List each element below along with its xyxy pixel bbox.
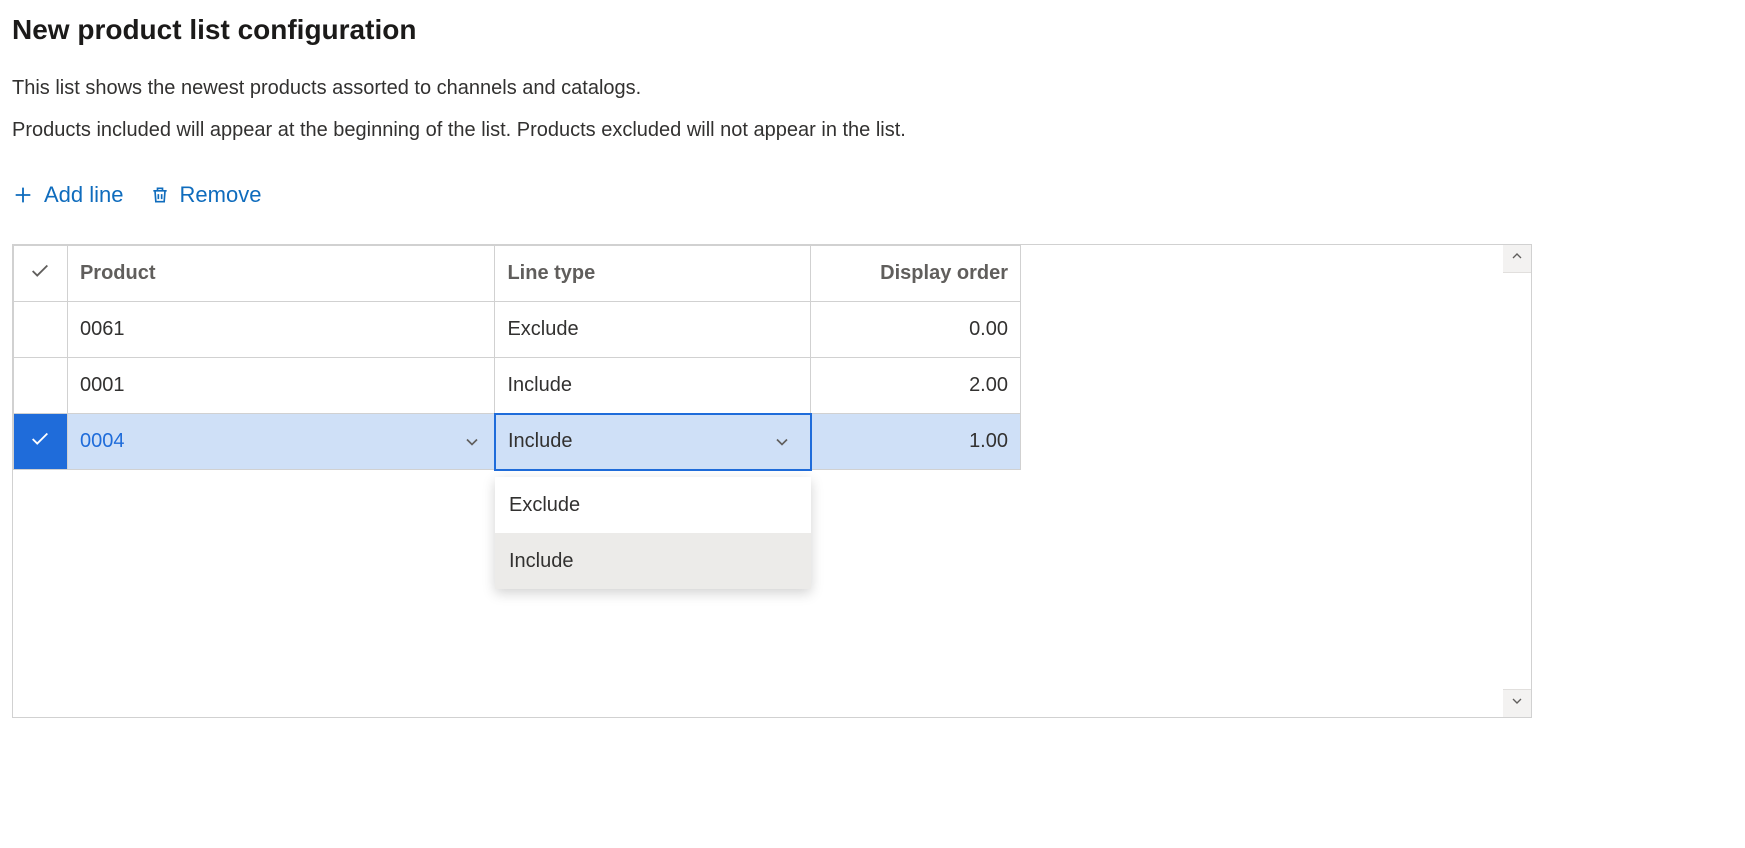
page-title: New product list configuration (12, 14, 1733, 46)
line-type-cell[interactable]: Include (495, 358, 811, 414)
product-cell[interactable]: 0004 (67, 414, 495, 470)
chevron-down-icon (772, 432, 792, 452)
display-order-value: 2.00 (969, 374, 1008, 397)
display-order-cell[interactable]: 2.00 (811, 358, 1021, 414)
add-line-button[interactable]: Add line (12, 182, 124, 208)
scroll-down-button[interactable] (1503, 689, 1531, 717)
check-icon (29, 260, 51, 288)
display-order-value: 0.00 (969, 318, 1008, 341)
table-row[interactable]: 0061 Exclude 0.00 (14, 302, 1021, 358)
table-row[interactable]: 0004 Include 1.00 (14, 414, 1021, 470)
product-value: 0001 (80, 374, 125, 397)
display-order-value: 1.00 (969, 430, 1008, 453)
product-value: 0004 (80, 430, 125, 453)
column-header-product[interactable]: Product (67, 246, 495, 302)
line-type-value: Include (508, 430, 573, 453)
chevron-down-icon (1509, 692, 1525, 715)
grid-container: Product Line type Display order 0061 Excl… (12, 244, 1532, 718)
product-cell[interactable]: 0001 (67, 358, 495, 414)
add-line-label: Add line (44, 182, 124, 208)
column-header-select[interactable] (14, 246, 68, 302)
dropdown-option[interactable]: Exclude (495, 477, 811, 533)
line-type-value: Exclude (507, 318, 578, 341)
display-order-cell[interactable]: 0.00 (811, 302, 1021, 358)
trash-icon (150, 184, 170, 206)
line-type-value: Include (507, 374, 572, 397)
line-type-cell[interactable]: Exclude (495, 302, 811, 358)
display-order-cell[interactable]: 1.00 (811, 414, 1021, 470)
remove-label: Remove (180, 182, 262, 208)
description-line-2: Products included will appear at the beg… (12, 116, 1733, 144)
row-select-cell[interactable] (14, 414, 68, 470)
product-grid: Product Line type Display order 0061 Excl… (13, 245, 1021, 471)
product-cell[interactable]: 0061 (67, 302, 495, 358)
line-type-cell[interactable]: Include (495, 414, 811, 470)
grid-header-row: Product Line type Display order (14, 246, 1021, 302)
description-line-1: This list shows the newest products asso… (12, 74, 1733, 102)
column-header-line-type[interactable]: Line type (495, 246, 811, 302)
chevron-up-icon (1509, 247, 1525, 270)
remove-button[interactable]: Remove (150, 182, 262, 208)
product-value: 0061 (80, 318, 125, 341)
row-select-cell[interactable] (14, 302, 68, 358)
row-select-cell[interactable] (14, 358, 68, 414)
chevron-down-icon (462, 432, 482, 452)
column-header-display-order[interactable]: Display order (811, 246, 1021, 302)
table-row[interactable]: 0001 Include 2.00 (14, 358, 1021, 414)
scroll-up-button[interactable] (1503, 245, 1531, 273)
line-type-dropdown[interactable]: ExcludeInclude (495, 477, 811, 589)
plus-icon (12, 184, 34, 206)
toolbar: Add line Remove (12, 182, 1733, 208)
dropdown-option[interactable]: Include (495, 533, 811, 589)
check-icon (29, 428, 51, 456)
